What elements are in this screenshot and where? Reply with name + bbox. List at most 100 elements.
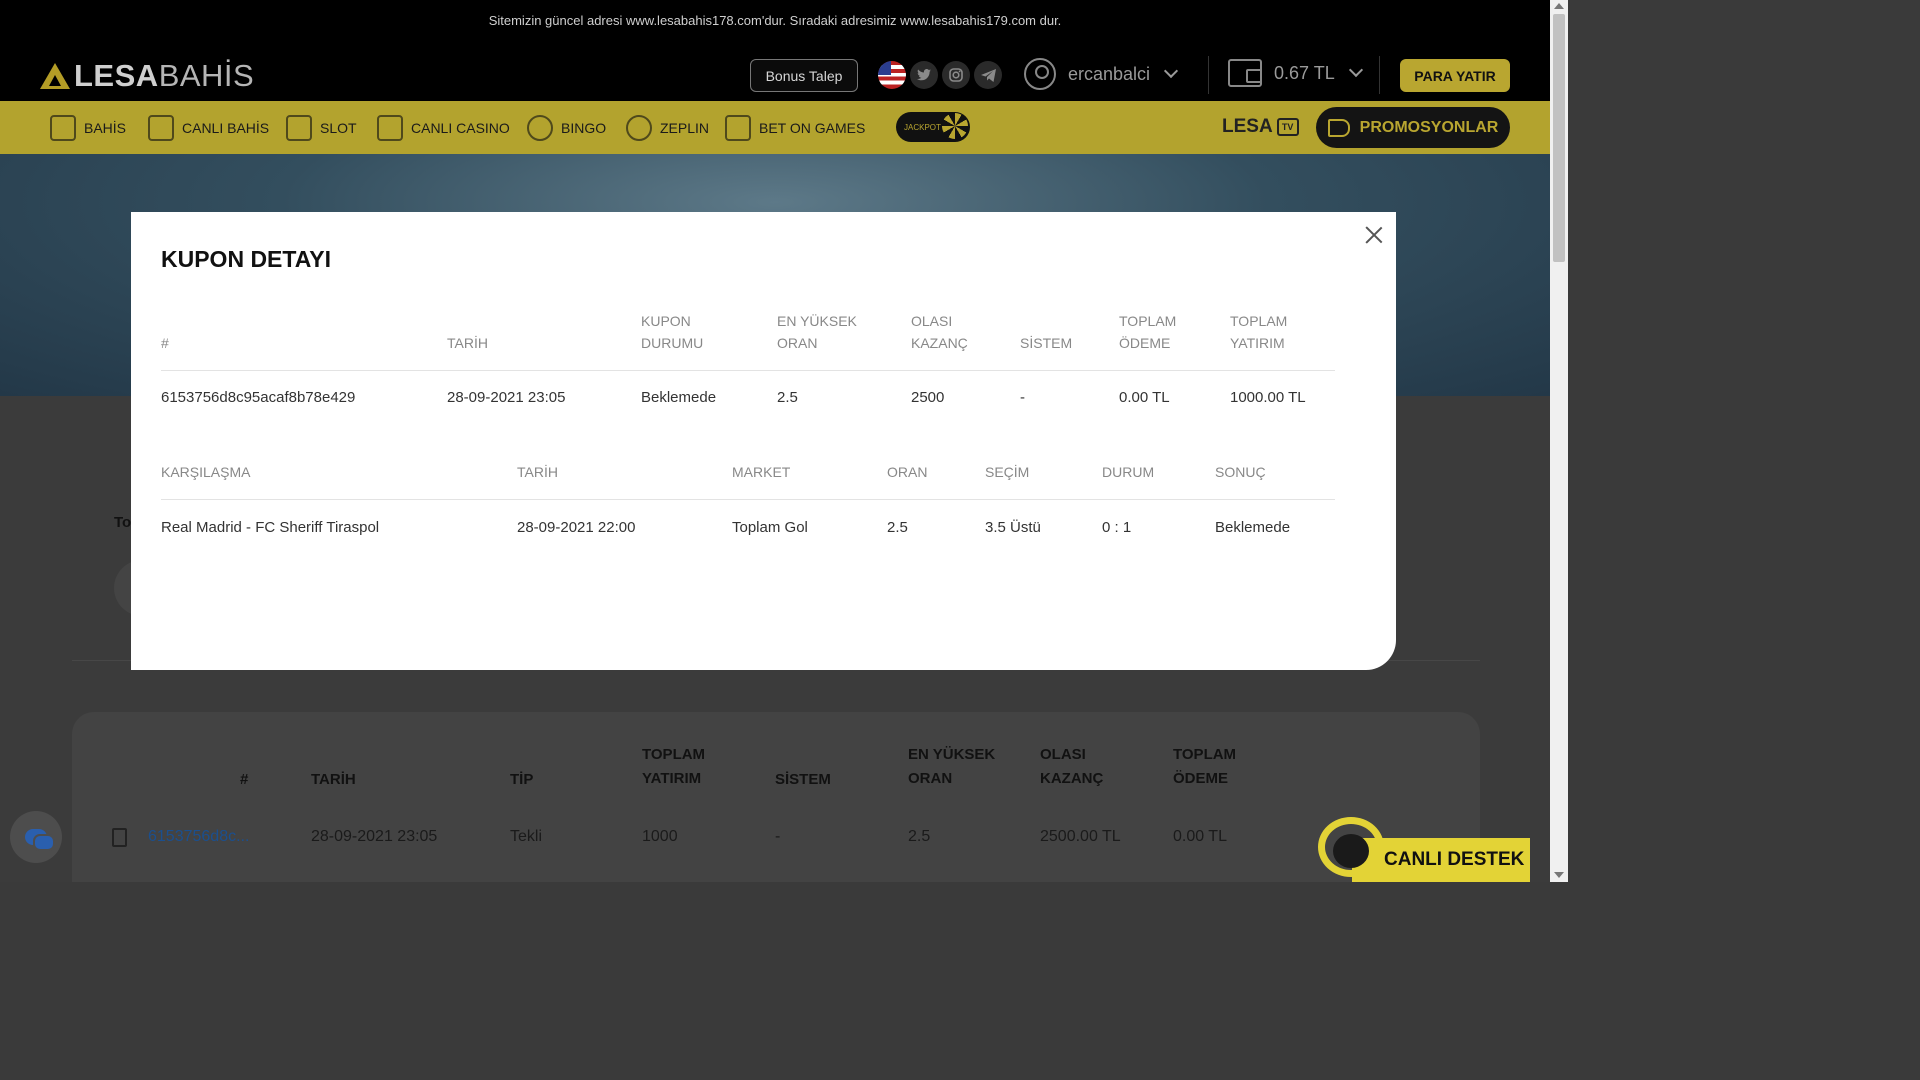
background-heading: To: [114, 514, 132, 531]
header-divider: [1379, 56, 1380, 94]
nav-item-bet-on-games[interactable]: BET ON GAMES: [725, 113, 865, 143]
match-header: ORAN: [887, 464, 928, 480]
table-cell: -: [775, 828, 781, 845]
coupon-total-payout: 0.00 TL: [1119, 389, 1170, 406]
promotions-button[interactable]: PROMOSYONLAR: [1316, 107, 1510, 148]
coupon-history-table: [72, 712, 1480, 882]
table-header: TOPLAM YATIRIM: [642, 746, 706, 787]
strategy-icon: [50, 115, 76, 141]
language-flag-icon[interactable]: [878, 61, 906, 89]
bingo-wheel-icon: [527, 115, 553, 141]
coupon-header: TARİH: [447, 335, 488, 351]
wallet-menu[interactable]: 0.67 TL: [1228, 59, 1363, 87]
table-header: TARİH: [311, 771, 356, 788]
table-header: TİP: [510, 771, 534, 788]
user-avatar-icon: [1024, 58, 1056, 90]
user-menu[interactable]: ercanbalci: [1024, 58, 1179, 90]
match-score: 0 : 1: [1102, 519, 1132, 536]
tv-icon: TV: [1276, 118, 1299, 136]
chevron-down-icon: [1348, 62, 1363, 78]
chat-button[interactable]: [10, 811, 62, 863]
coupon-header: TOPLAM YATIRIM: [1230, 313, 1288, 351]
coupon-header: TOPLAM ÖDEME: [1119, 313, 1177, 351]
nav-item-bahis[interactable]: BAHİS: [50, 113, 126, 143]
scroll-down-icon[interactable]: [1554, 872, 1564, 878]
table-header: TOPLAM ÖDEME: [1173, 746, 1237, 787]
match-header: KARŞILAŞMA: [161, 464, 251, 480]
match-odds: 2.5: [887, 519, 908, 536]
table-cell: 0.00 TL: [1173, 828, 1227, 845]
jackpot-button[interactable]: JACKPOT: [896, 112, 970, 142]
header-divider: [1208, 56, 1209, 94]
match-header: DURUM: [1102, 464, 1155, 480]
coupon-id: 6153756d8c95acaf8b78e429: [161, 389, 356, 406]
site-logo[interactable]: LESABAHİS: [40, 58, 254, 94]
logo-triangle-icon: [40, 63, 70, 89]
coupon-max-odds: 2.5: [777, 389, 798, 406]
headset-icon[interactable]: [1318, 817, 1384, 877]
match-name: Real Madrid - FC Sheriff Tiraspol: [161, 519, 380, 536]
table-divider: [161, 499, 1335, 500]
announcement-bar: Sitemizin güncel adresi www.lesabahis178…: [0, 0, 1550, 40]
match-market: Toplam Gol: [732, 519, 808, 536]
nav-item-slot[interactable]: SLOT: [286, 113, 357, 143]
match-result: Beklemede: [1215, 519, 1291, 536]
ticket-icon: [725, 115, 751, 141]
table-cell: 28-09-2021 23:05: [311, 828, 438, 845]
coupon-date: 28-09-2021 23:05: [447, 389, 566, 406]
nav-item-canli-casino[interactable]: CANLI CASINO: [377, 113, 510, 143]
coupon-header: EN YÜKSEK ORAN: [777, 313, 857, 351]
instagram-icon[interactable]: [942, 61, 970, 89]
bonus-request-button[interactable]: Bonus Talep: [750, 59, 858, 92]
zeplin-wheel-icon: [626, 115, 652, 141]
match-header: SEÇİM: [985, 464, 1030, 480]
document-icon[interactable]: [112, 828, 127, 847]
coupon-header: KUPON DURUMU: [641, 313, 704, 351]
coupon-id-link[interactable]: 6153756d8c...: [148, 828, 249, 846]
username: ercanbalci: [1068, 63, 1151, 84]
chevron-down-icon: [1163, 63, 1179, 79]
coupon-header: #: [161, 335, 169, 351]
wallet-balance: 0.67 TL: [1274, 62, 1335, 83]
site-header: LESABAHİS Bonus Talep ercanbalci 0.67 TL…: [0, 40, 1550, 101]
match-selection: 3.5 Üstü: [985, 519, 1041, 536]
match-header: MARKET: [732, 464, 791, 480]
table-divider: [161, 370, 1335, 371]
scrollbar-thumb[interactable]: [1553, 14, 1565, 262]
close-icon[interactable]: [1365, 226, 1383, 244]
coupon-status: Beklemede: [641, 389, 717, 406]
table-header: SİSTEM: [775, 771, 831, 788]
scroll-up-icon[interactable]: [1554, 3, 1564, 9]
deposit-button[interactable]: PARA YATIR: [1400, 59, 1510, 92]
table-header: #: [240, 771, 249, 788]
lesa-tv-link[interactable]: LESA TV: [1222, 116, 1299, 138]
table-cell: 2.5: [908, 828, 931, 845]
match-date: 28-09-2021 22:00: [517, 519, 636, 536]
megaphone-icon: [1327, 118, 1350, 137]
telegram-icon[interactable]: [974, 61, 1002, 89]
table-cell: 2500.00 TL: [1040, 828, 1121, 845]
table-header: EN YÜKSEK ORAN: [908, 746, 996, 787]
table-cell: 1000: [642, 828, 678, 845]
live-tv-icon: [148, 115, 174, 141]
twitter-icon[interactable]: [910, 61, 938, 89]
announcement-text: Sitemizin güncel adresi www.lesabahis178…: [488, 12, 1062, 28]
chat-icon: [25, 829, 55, 851]
nav-item-zeplin[interactable]: ZEPLIN: [626, 113, 709, 143]
match-header: TARİH: [517, 464, 558, 480]
coupon-total-stake: 1000.00 TL: [1230, 389, 1306, 406]
slot-machine-icon: [286, 115, 312, 141]
coupon-potential-win: 2500: [911, 389, 945, 406]
modal-title: KUPON DETAYI: [161, 246, 331, 272]
coupon-header: OLASI KAZANÇ: [911, 313, 968, 351]
coupon-header: SİSTEM: [1020, 335, 1073, 351]
table-cell: Tekli: [510, 828, 543, 845]
casino-chips-icon: [377, 115, 403, 141]
nav-item-bingo[interactable]: BINGO: [527, 113, 606, 143]
nav-item-canli-bahis[interactable]: CANLI BAHİS: [148, 113, 269, 143]
coupon-system: -: [1020, 389, 1025, 406]
match-header: SONUÇ: [1215, 464, 1266, 480]
wallet-icon: [1228, 59, 1262, 87]
table-header: OLASI KAZANÇ: [1040, 746, 1104, 787]
coupon-detail-modal: KUPON DETAYI # TARİH KUPON DURUMU EN YÜK…: [131, 212, 1396, 670]
